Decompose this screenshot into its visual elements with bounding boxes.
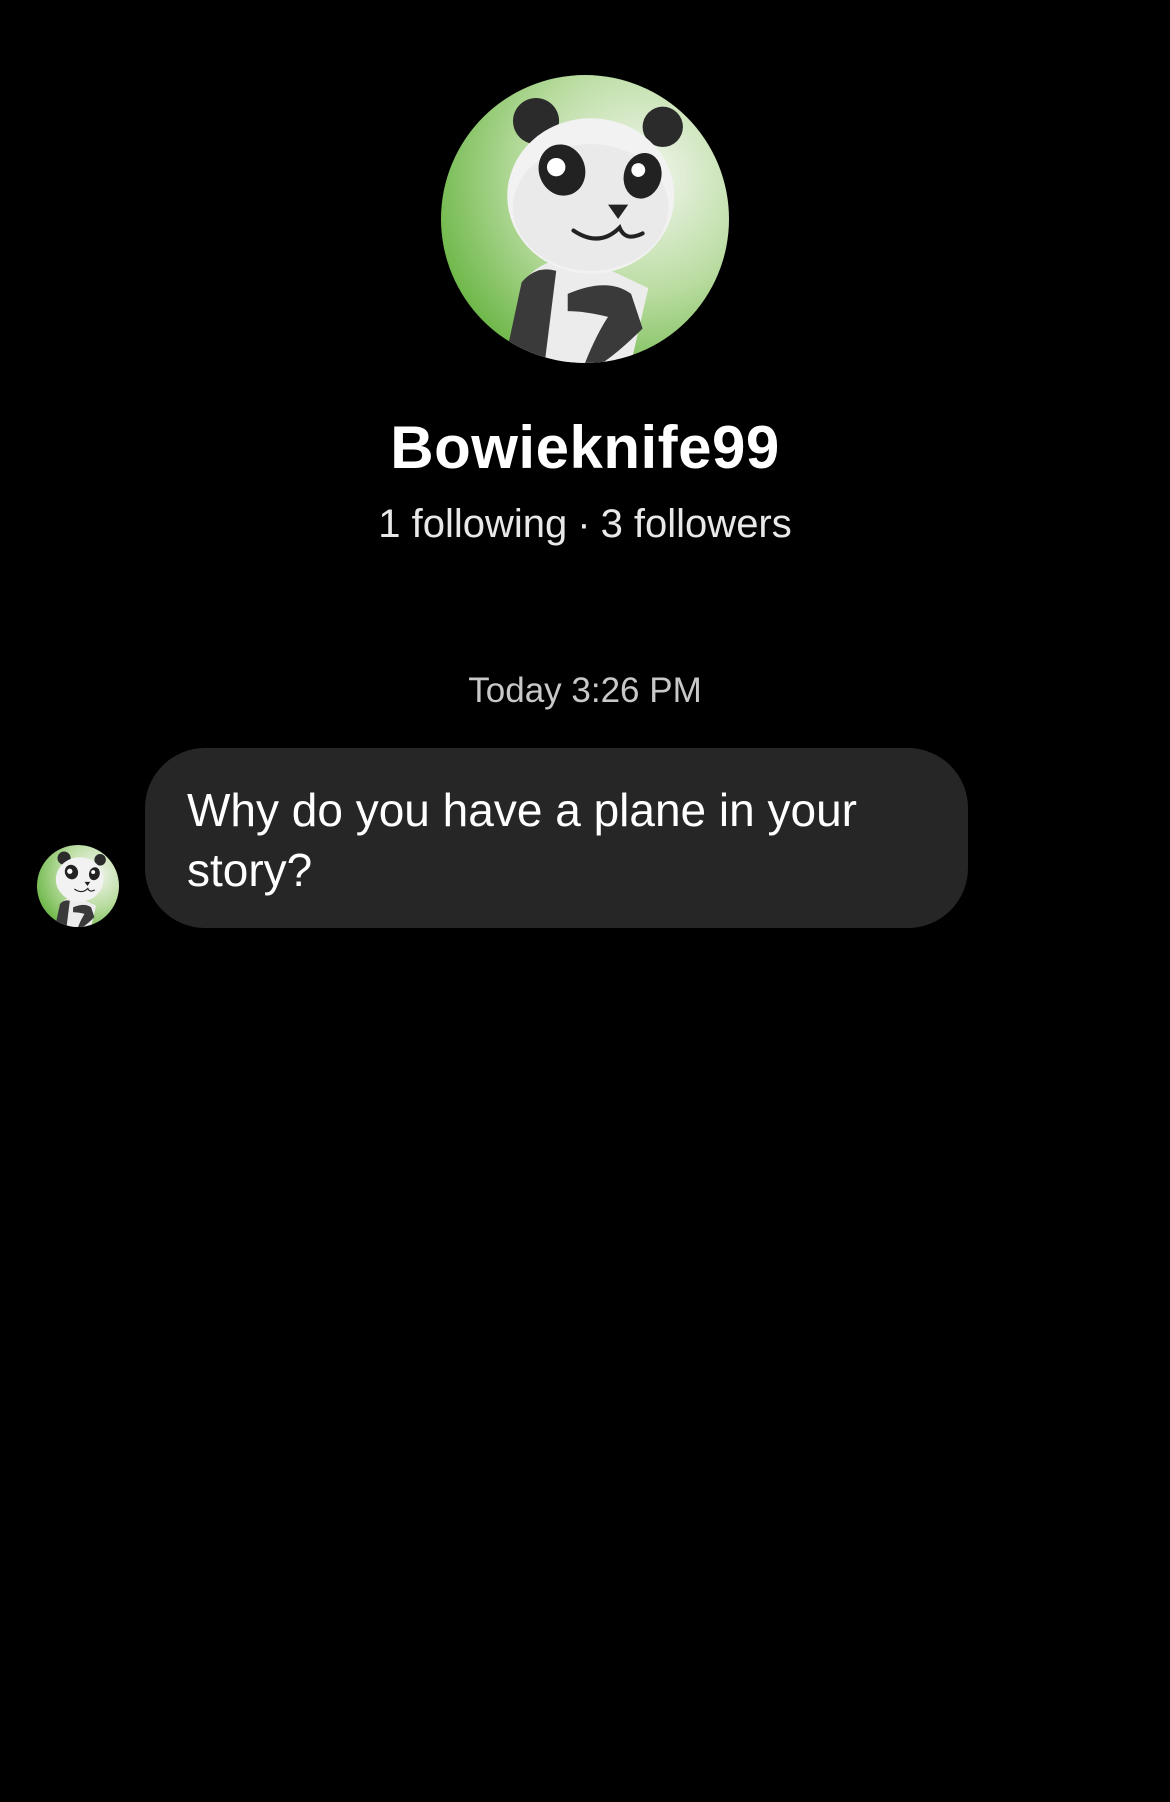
follow-stats: 1 following · 3 followers — [0, 498, 1170, 550]
message-bubble[interactable]: Why do you have a plane in your story? — [145, 748, 968, 928]
followers-count[interactable]: 3 followers — [601, 502, 792, 546]
profile-avatar[interactable] — [441, 75, 729, 363]
stats-separator: · — [577, 502, 591, 546]
message-text: Why do you have a plane in your story? — [187, 784, 857, 896]
sender-avatar[interactable] — [37, 845, 119, 927]
profile-header: Bowieknife99 1 following · 3 followers — [0, 0, 1170, 560]
following-count[interactable]: 1 following — [378, 502, 567, 546]
profile-username[interactable]: Bowieknife99 — [0, 410, 1170, 486]
message-row: Why do you have a plane in your story? — [0, 748, 1170, 928]
panda-avatar-icon — [37, 845, 119, 927]
message-timestamp: Today 3:26 PM — [468, 671, 702, 710]
panda-avatar-icon — [441, 75, 729, 363]
